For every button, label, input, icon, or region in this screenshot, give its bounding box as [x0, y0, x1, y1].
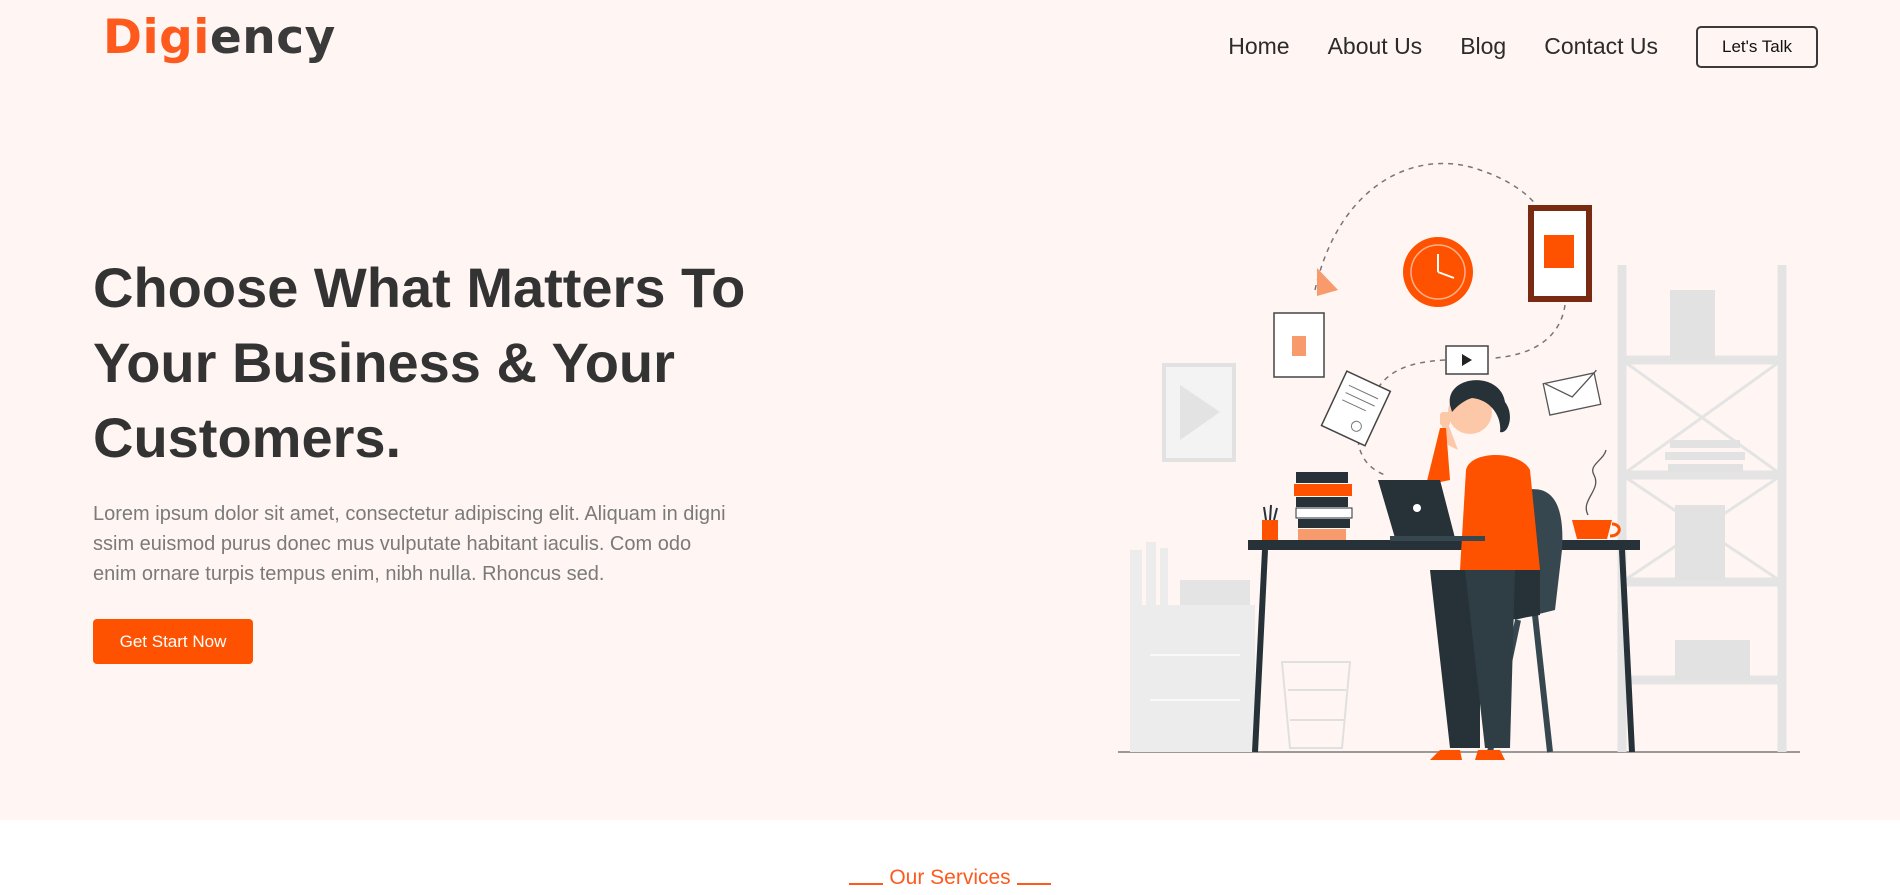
get-start-now-button[interactable]: Get Start Now: [93, 619, 253, 664]
headline-line-1: Choose What Matters To: [93, 256, 746, 319]
photo-card-icon: [1273, 312, 1325, 378]
main-nav: Home About Us Blog Contact Us Let's Talk: [1228, 24, 1818, 68]
envelope-icon: [1542, 369, 1602, 416]
paper-plane-icon: [1317, 268, 1338, 296]
hero-description: Lorem ipsum dolor sit amet, consectetur …: [93, 503, 726, 585]
pencil-cup-icon: [1262, 504, 1278, 540]
brand-logo[interactable]: Digiency: [103, 10, 336, 65]
woman-working-icon: [1426, 380, 1540, 760]
books-stack-icon: [1294, 472, 1353, 540]
services-line-left: [849, 883, 884, 886]
lets-talk-button[interactable]: Let's Talk: [1696, 26, 1818, 68]
background-cabinet-icon: [1130, 542, 1255, 752]
headline-line-3: Customers.: [93, 406, 402, 469]
headline-line-2: Your Business & Your: [93, 331, 675, 394]
hero-section: Digiency Home About Us Blog Contact Us L…: [0, 0, 1900, 820]
video-play-icon: [1445, 345, 1489, 375]
nav-home[interactable]: Home: [1228, 33, 1289, 60]
brand-logo-part2: ency: [209, 10, 336, 65]
coffee-cup-icon: [1572, 449, 1621, 539]
document-icon: [1320, 370, 1392, 447]
services-heading: Our Services: [0, 866, 1900, 890]
nav-blog[interactable]: Blog: [1460, 33, 1506, 60]
services-label: Our Services: [889, 866, 1011, 889]
hero-headline: Choose What Matters To Your Business & Y…: [93, 250, 813, 475]
framed-picture-icon: [1528, 205, 1592, 302]
nav-about-us[interactable]: About Us: [1328, 33, 1423, 60]
nav-contact-us[interactable]: Contact Us: [1544, 33, 1658, 60]
brand-logo-part1: Digi: [103, 10, 210, 65]
waste-basket-icon: [1280, 661, 1352, 749]
clock-icon: [1403, 237, 1473, 307]
hero-illustration: [1118, 162, 1800, 760]
services-line-right: [1016, 883, 1051, 886]
desk-icon: [1248, 540, 1640, 550]
